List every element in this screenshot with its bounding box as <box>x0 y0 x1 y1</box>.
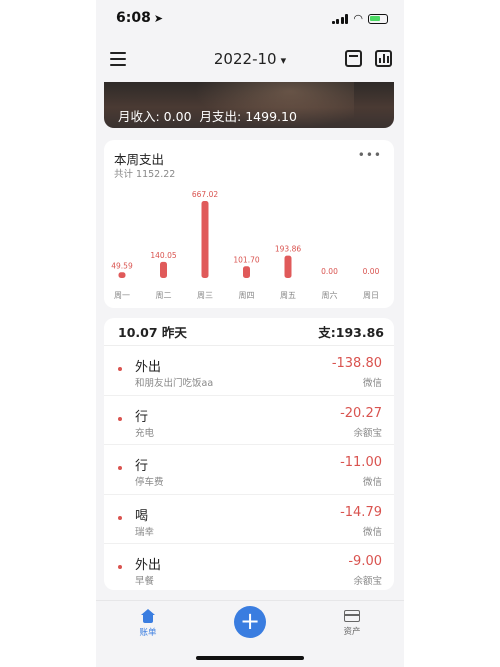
bar-周四 <box>243 266 250 278</box>
category-dot <box>118 565 122 569</box>
bar-value-label: 667.02 <box>192 190 218 199</box>
transaction-note: 和朋友出门吃饭aa <box>135 378 214 389</box>
day-tick-label: 周日 <box>363 291 379 300</box>
transaction-account: 余额宝 <box>353 427 382 439</box>
transaction-account: 微信 <box>362 526 382 538</box>
bar-value-label: 140.05 <box>150 251 176 260</box>
day-tick-label: 周一 <box>114 291 130 300</box>
day-transactions-card: 10.07 昨天 支:193.86 外出 和朋友出门吃饭aa -138.80 微… <box>104 318 394 590</box>
day-tick-label: 周六 <box>322 290 338 300</box>
day-tick-label: 周四 <box>239 291 255 300</box>
transaction-account: 微信 <box>362 378 382 389</box>
transaction-amount: -9.00 <box>348 554 382 569</box>
transaction-category: 行 <box>135 409 149 425</box>
transaction-amount: -138.80 <box>331 356 382 371</box>
phone-screen: 6:08 ➤ ◠ 2022-10 ▾ 月收入: 0.00 月支出: 1499.10 本… <box>96 0 404 667</box>
nav-bar: 2022-10 ▾ <box>96 38 404 82</box>
status-bar: 6:08 ➤ ◠ <box>96 0 404 38</box>
add-record-button[interactable]: + <box>234 606 266 638</box>
month-label: 2022-10 <box>213 50 277 68</box>
tab-bar: 账单 + 资产 <box>96 600 404 667</box>
transaction-category: 外出 <box>135 558 162 573</box>
transaction-note: 停车费 <box>135 477 164 488</box>
month-summary-banner: 月收入: 0.00 月支出: 1499.10 <box>104 82 394 128</box>
bar-周五 <box>284 255 292 278</box>
home-indicator <box>196 656 304 660</box>
bar-value-label: 0.00 <box>363 267 380 276</box>
stats-icon[interactable] <box>375 50 392 67</box>
day-total: 支:193.86 <box>318 325 384 340</box>
transaction-category: 外出 <box>135 360 162 375</box>
transaction-amount: -11.00 <box>340 455 382 470</box>
day-header: 10.07 昨天 支:193.86 <box>104 318 394 346</box>
transaction-account: 余额宝 <box>353 576 382 587</box>
transaction-row[interactable]: 行 充电 -20.27 余额宝 <box>104 396 394 445</box>
bar-周二 <box>160 261 167 278</box>
transaction-amount: -14.79 <box>340 504 382 520</box>
tab-ledger-label: 账单 <box>139 628 157 638</box>
bar-value-label: 0.00 <box>321 267 338 276</box>
location-arrow-icon: ➤ <box>153 12 164 25</box>
monthly-income: 月收入: 0.00 <box>118 109 192 124</box>
category-dot <box>118 416 122 421</box>
bar-value-label: 193.86 <box>275 245 301 254</box>
transaction-row[interactable]: 喝 瑞幸 -14.79 微信 <box>104 495 394 544</box>
category-dot <box>118 466 122 470</box>
category-dot <box>118 515 122 520</box>
bar-周三 <box>201 201 209 278</box>
tab-assets[interactable]: 资产 <box>332 609 372 637</box>
tab-ledger[interactable]: 账单 <box>128 609 168 638</box>
day-tick-label: 周三 <box>197 291 213 300</box>
signal-icon <box>331 13 349 24</box>
status-icons: ◠ <box>331 12 388 25</box>
transaction-row[interactable]: 外出 和朋友出门吃饭aa -138.80 微信 <box>104 346 394 396</box>
bar-value-label: 101.70 <box>233 255 259 264</box>
transaction-note: 瑞幸 <box>135 526 155 538</box>
card-icon <box>344 610 360 622</box>
transaction-category: 行 <box>135 459 149 474</box>
status-time: 6:08 ➤ <box>116 10 163 26</box>
chevron-down-icon: ▾ <box>280 54 287 67</box>
day-tick-label: 周五 <box>280 291 296 300</box>
day-tick-label: 周二 <box>156 291 172 300</box>
monthly-expense: 月支出: 1499.10 <box>199 109 297 124</box>
transaction-note: 充电 <box>135 427 155 439</box>
time-text: 6:08 <box>116 10 151 26</box>
transaction-row[interactable]: 行 停车费 -11.00 微信 <box>104 445 394 495</box>
transaction-row[interactable]: 外出 早餐 -9.00 余额宝 <box>104 544 394 590</box>
battery-icon <box>368 13 388 24</box>
bar-value-label: 49.59 <box>111 261 133 270</box>
category-dot <box>118 367 122 371</box>
transaction-account: 微信 <box>362 477 382 488</box>
transaction-note: 早餐 <box>135 576 155 587</box>
transaction-amount: -20.27 <box>340 405 382 421</box>
day-date: 10.07 昨天 <box>118 325 187 340</box>
weekly-expense-card: 本周支出 共计 1152.22 ••• 49.59 周一 140.05 周二 667.0… <box>104 140 394 308</box>
tab-assets-label: 资产 <box>343 627 361 637</box>
house-icon <box>141 609 155 623</box>
weekly-bar-chart: 49.59 周一 140.05 周二 667.02 周三 101.70 周四 193.86 周五 0… <box>111 190 380 300</box>
banner-text: 月收入: 0.00 月支出: 1499.10 <box>118 106 297 125</box>
bar-周一 <box>118 272 126 278</box>
transaction-category: 喝 <box>135 508 149 524</box>
wifi-icon: ◠ <box>353 12 363 25</box>
calendar-icon[interactable] <box>345 50 362 67</box>
